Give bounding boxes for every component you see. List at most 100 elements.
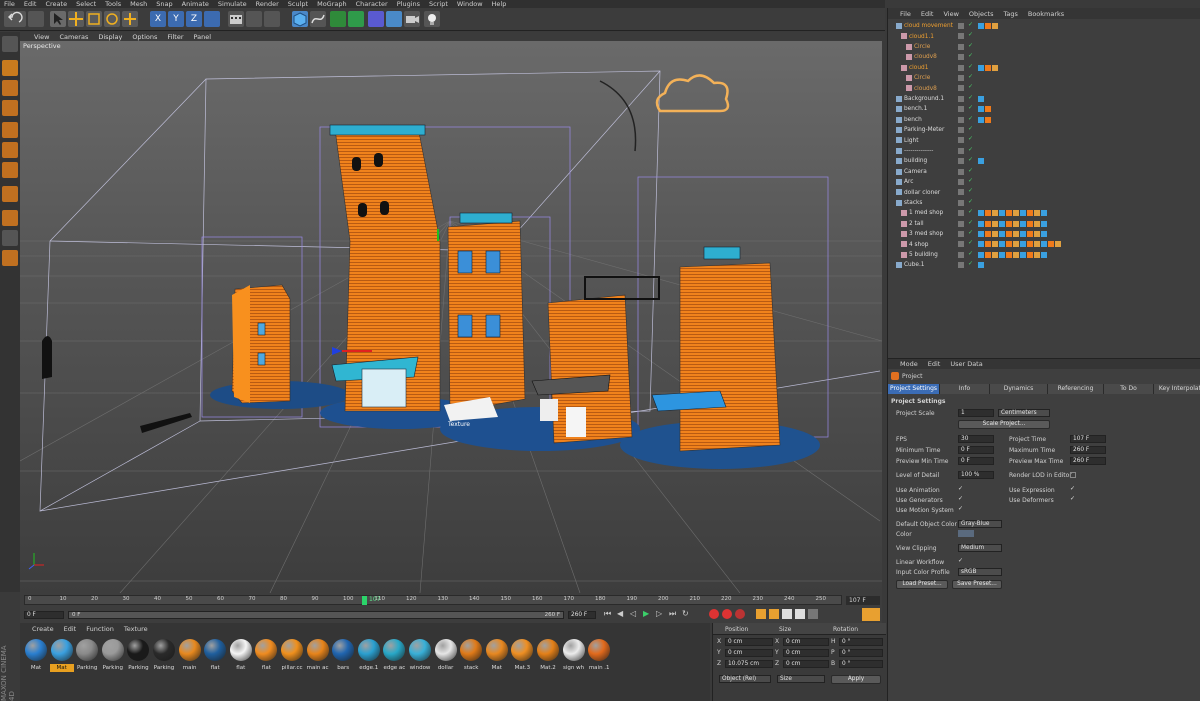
render-settings-icon[interactable]	[264, 11, 280, 27]
visibility-icon[interactable]	[958, 127, 964, 133]
coord-mode-dropdown[interactable]: Object (Rel)	[719, 675, 771, 683]
visibility-icon[interactable]	[958, 262, 964, 269]
enabled-check-icon[interactable]: ✓	[968, 125, 973, 132]
visibility-icon[interactable]	[958, 147, 964, 154]
linear-workflow-checkbox[interactable]: ✓	[958, 558, 964, 564]
points-mode-icon[interactable]	[2, 122, 18, 138]
fps-field[interactable]: 30	[958, 435, 994, 443]
menu-item-mograph[interactable]: MoGraph	[317, 0, 347, 8]
object-tag-icon[interactable]	[992, 241, 998, 248]
position-field[interactable]: 0 cm	[725, 649, 773, 657]
attribute-tab[interactable]: Info	[940, 384, 990, 394]
object-row[interactable]: building ✓	[888, 156, 1200, 166]
cube-icon[interactable]	[292, 11, 308, 27]
size-field[interactable]: 0 cm	[783, 638, 829, 646]
object-tag-icon[interactable]	[1020, 251, 1026, 258]
visibility-icon[interactable]	[958, 179, 964, 185]
record-icon[interactable]	[709, 609, 719, 619]
menu-item-render[interactable]: Render	[256, 0, 279, 8]
object-tag-icon[interactable]	[1041, 210, 1047, 217]
material-swatch[interactable]: Mat.3	[510, 639, 534, 672]
deformer-icon[interactable]	[368, 11, 384, 27]
object-tag-icon[interactable]	[1020, 231, 1026, 237]
viewport-menu-filter[interactable]: Filter	[167, 33, 183, 41]
enabled-check-icon[interactable]: ✓	[968, 156, 973, 163]
use-expression-checkbox[interactable]: ✓	[1070, 486, 1076, 492]
material-menu-texture[interactable]: Texture	[124, 625, 148, 633]
preview-min-field[interactable]: 0 F	[958, 457, 994, 465]
attribute-tab[interactable]: To Do	[1104, 384, 1154, 394]
object-tag-icon[interactable]	[999, 241, 1005, 248]
object-row[interactable]: Background.1 ✓	[888, 94, 1200, 104]
object-tag-icon[interactable]	[1034, 231, 1040, 237]
scale-icon[interactable]	[86, 11, 102, 27]
object-tag-icon[interactable]	[1041, 241, 1047, 248]
visibility-icon[interactable]	[958, 158, 964, 165]
object-tag-icon[interactable]	[1013, 251, 1019, 258]
object-tag-icon[interactable]	[1027, 220, 1033, 227]
object-menu-file[interactable]: File	[900, 10, 911, 18]
rotation-field[interactable]: 0 °	[839, 638, 883, 646]
size-field[interactable]: 0 cm	[783, 649, 829, 657]
snapping-icon[interactable]	[2, 230, 18, 246]
scale-key-icon[interactable]	[782, 609, 792, 619]
spline-icon[interactable]	[310, 11, 326, 27]
material-swatch[interactable]: sign wh	[562, 639, 586, 672]
object-menu-view[interactable]: View	[943, 10, 958, 18]
visibility-icon[interactable]	[958, 189, 964, 196]
object-row[interactable]: stacks ✓	[888, 198, 1200, 208]
object-tag-icon[interactable]	[978, 116, 984, 123]
menu-item-sculpt[interactable]: Sculpt	[288, 0, 308, 8]
object-row[interactable]: -------------- ✓	[888, 146, 1200, 156]
material-swatch[interactable]: pillar.cc	[280, 639, 304, 672]
object-tag-icon[interactable]	[985, 106, 991, 113]
enabled-check-icon[interactable]: ✓	[968, 94, 973, 101]
object-row[interactable]: Circle ✓	[888, 42, 1200, 52]
material-swatch[interactable]: main .1	[587, 639, 611, 672]
material-swatch[interactable]: edge ac	[382, 639, 406, 672]
object-tag-icon[interactable]	[1027, 210, 1033, 217]
enabled-check-icon[interactable]: ✓	[968, 177, 973, 184]
enabled-check-icon[interactable]: ✓	[968, 146, 973, 153]
project-scale-field[interactable]: 1	[958, 409, 994, 417]
position-field[interactable]: 0 cm	[725, 638, 773, 646]
attribute-tab[interactable]: Project Settings	[888, 384, 940, 394]
material-swatch[interactable]: bars	[331, 639, 355, 672]
visibility-icon[interactable]	[958, 251, 964, 258]
coordinate-system-icon[interactable]	[204, 11, 220, 27]
use-generators-checkbox[interactable]: ✓	[958, 496, 964, 502]
viewport-menu-view[interactable]: View	[34, 33, 49, 41]
enabled-check-icon[interactable]: ✓	[968, 73, 973, 80]
enabled-check-icon[interactable]: ✓	[968, 219, 973, 226]
load-preset-button[interactable]: Load Preset...	[896, 580, 948, 589]
object-tag-icon[interactable]	[1013, 241, 1019, 248]
object-row[interactable]: Light ✓	[888, 135, 1200, 145]
object-menu-tags[interactable]: Tags	[1003, 10, 1017, 18]
object-tag-icon[interactable]	[985, 241, 991, 248]
array-icon[interactable]	[348, 11, 364, 27]
object-row[interactable]: Circle ✓	[888, 73, 1200, 83]
scale-project-button[interactable]: Scale Project...	[958, 420, 1050, 429]
visibility-icon[interactable]	[958, 220, 964, 227]
object-tag-icon[interactable]	[985, 23, 991, 29]
enabled-check-icon[interactable]: ✓	[968, 104, 973, 111]
menu-item-tools[interactable]: Tools	[105, 0, 121, 8]
enabled-check-icon[interactable]: ✓	[968, 250, 973, 257]
material-swatch[interactable]: Mat	[49, 639, 74, 672]
object-row[interactable]: 3 med shop ✓	[888, 229, 1200, 239]
preview-max-field[interactable]: 260 F	[1070, 457, 1106, 465]
attribute-tab[interactable]: Key Interpolation	[1154, 384, 1200, 394]
material-menu-function[interactable]: Function	[86, 625, 114, 633]
object-row[interactable]: cloud1.1 ✓	[888, 31, 1200, 41]
object-tag-icon[interactable]	[985, 116, 991, 123]
project-time-field[interactable]: 107 F	[1070, 435, 1106, 443]
visibility-icon[interactable]	[958, 199, 964, 206]
enabled-check-icon[interactable]: ✓	[968, 42, 973, 49]
enabled-check-icon[interactable]: ✓	[968, 63, 973, 70]
object-tag-icon[interactable]	[992, 210, 998, 217]
enabled-check-icon[interactable]: ✓	[968, 208, 973, 215]
enabled-check-icon[interactable]: ✓	[968, 83, 973, 90]
y-axis-icon[interactable]: Y	[168, 11, 184, 27]
menu-item-snap[interactable]: Snap	[156, 0, 172, 8]
texture-mode-icon[interactable]	[2, 80, 18, 96]
